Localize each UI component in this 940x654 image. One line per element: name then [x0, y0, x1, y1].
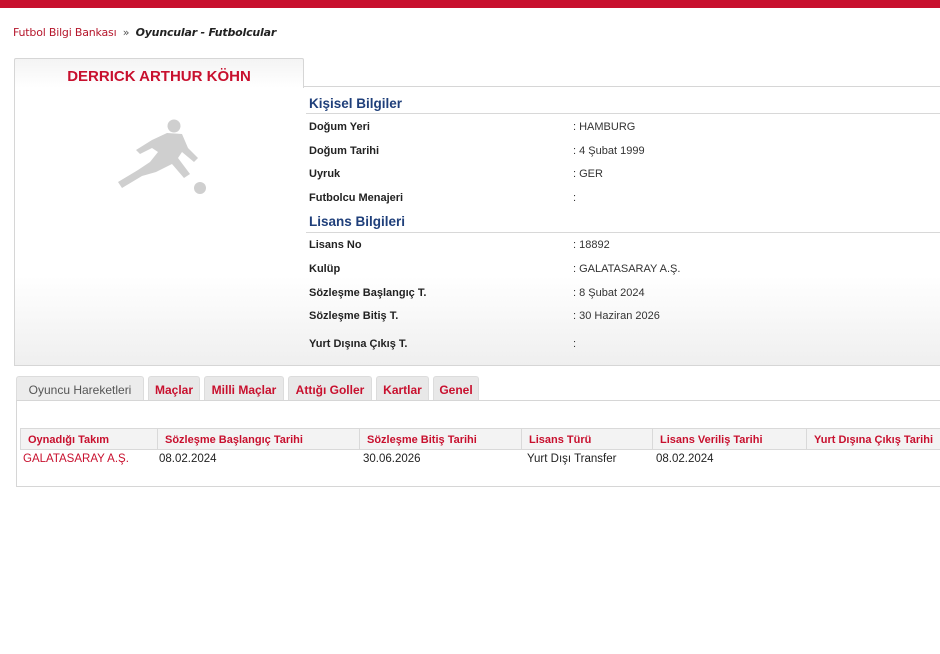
nationality-label: Uyruk — [309, 168, 341, 180]
top-brand-bar — [0, 0, 940, 8]
contract-start-label: Sözleşme Başlangıç T. — [309, 287, 427, 299]
tab-matches[interactable]: Maçlar — [148, 376, 200, 400]
row-license-type: Yurt Dışı Transfer — [527, 453, 617, 465]
agent-label: Futbolcu Menajeri — [309, 192, 404, 204]
breadcrumb-current: Oyuncular - Futbolcular — [135, 26, 277, 39]
tab-goals[interactable]: Attığı Goller — [288, 376, 372, 400]
player-silhouette-icon — [118, 119, 206, 194]
player-name: DERRICK ARTHUR KÖHN — [67, 68, 251, 85]
nationality-value: : GER — [573, 168, 603, 180]
personal-info-title: Kişisel Bilgiler — [309, 96, 403, 111]
row-team-link[interactable]: GALATASARAY A.Ş. — [23, 453, 129, 465]
column-header-contract-start: Sözleşme Başlangıç Tarihi — [157, 428, 359, 450]
agent-value: : — [573, 192, 577, 204]
tab-general[interactable]: Genel — [433, 376, 479, 400]
club-value: : GALATASARAY A.Ş. — [573, 263, 681, 275]
tab-cards[interactable]: Kartlar — [376, 376, 429, 400]
license-info-title: Lisans Bilgileri — [309, 214, 406, 229]
abroad-exit-value: : — [573, 338, 577, 350]
birthplace-label: Doğum Yeri — [309, 121, 370, 133]
contract-end-label: Sözleşme Bitiş T. — [309, 310, 399, 322]
row-contract-start: 08.02.2024 — [159, 453, 217, 465]
contract-start-value: : 8 Şubat 2024 — [573, 287, 645, 299]
birthdate-value: : 4 Şubat 1999 — [573, 145, 645, 157]
column-header-contract-end: Sözleşme Bitiş Tarihi — [359, 428, 521, 450]
breadcrumb-root-link[interactable]: Futbol Bilgi Bankası — [13, 26, 117, 39]
movements-table-header: Oynadığı Takım Sözleşme Başlangıç Tarihi… — [20, 428, 940, 450]
row-license-issue-date: 08.02.2024 — [656, 453, 714, 465]
tab-national-matches[interactable]: Milli Maçlar — [204, 376, 284, 400]
divider — [306, 113, 940, 114]
movements-table-panel: Oynadığı Takım Sözleşme Başlangıç Tarihi… — [16, 400, 940, 487]
player-name-tab: DERRICK ARTHUR KÖHN — [14, 58, 304, 88]
license-no-label: Lisans No — [309, 239, 362, 251]
row-contract-end: 30.06.2026 — [363, 453, 421, 465]
abroad-exit-label: Yurt Dışına Çıkış T. — [309, 338, 408, 350]
tab-player-movements[interactable]: Oyuncu Hareketleri — [16, 376, 144, 400]
birthdate-label: Doğum Tarihi — [309, 145, 380, 157]
divider — [304, 86, 940, 87]
column-header-license-type: Lisans Türü — [521, 428, 652, 450]
birthplace-value: : HAMBURG — [573, 121, 636, 133]
column-header-license-issue-date: Lisans Veriliş Tarihi — [652, 428, 806, 450]
divider — [306, 232, 940, 233]
breadcrumb-separator: » — [122, 26, 130, 39]
contract-end-value: : 30 Haziran 2026 — [573, 310, 660, 322]
license-no-value: : 18892 — [573, 239, 610, 251]
column-header-team: Oynadığı Takım — [20, 428, 157, 450]
breadcrumb: Futbol Bilgi Bankası » Oyuncular - Futbo… — [13, 26, 276, 39]
column-header-abroad-exit-date: Yurt Dışına Çıkış Tarihi — [806, 428, 940, 450]
club-label: Kulüp — [309, 263, 341, 275]
